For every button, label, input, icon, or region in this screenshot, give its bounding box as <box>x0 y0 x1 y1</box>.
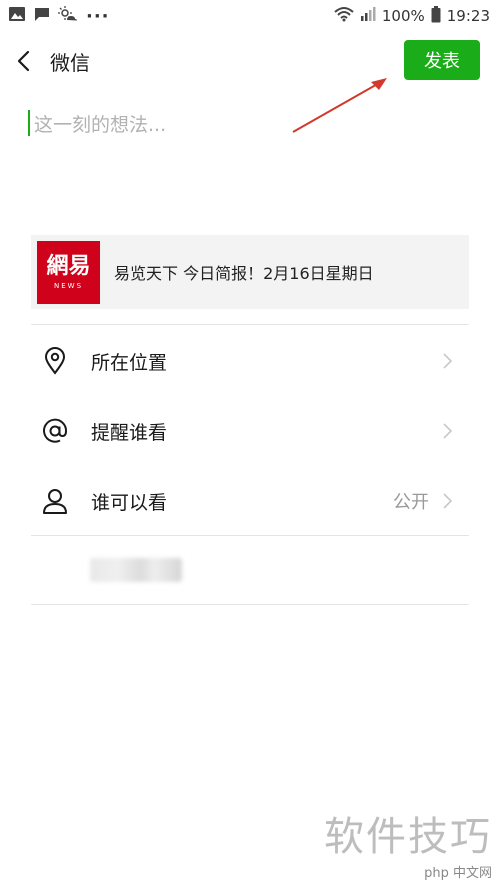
signal-icon <box>360 6 376 26</box>
battery-icon <box>431 5 441 27</box>
weather-icon <box>58 6 78 26</box>
link-title: 易览天下 今日简报！2月16日星期日 <box>114 264 374 283</box>
blurred-content <box>90 558 182 582</box>
thought-input[interactable]: 这一刻的想法... <box>28 108 468 138</box>
divider <box>31 535 469 536</box>
option-label: 谁可以看 <box>91 491 168 514</box>
visibility-value: 公开 <box>393 492 429 513</box>
watermark-main: 软件技巧 <box>324 814 492 860</box>
text-cursor <box>28 110 30 136</box>
logo-subtext: NEWS <box>53 282 84 290</box>
status-left: ··· <box>8 6 110 27</box>
at-sign-icon <box>35 417 75 445</box>
location-pin-icon <box>35 347 75 375</box>
watermark: 软件技巧 php 中文网 <box>324 814 492 881</box>
thought-placeholder: 这一刻的想法... <box>34 113 167 136</box>
status-right: 100% 19:23 <box>334 5 490 27</box>
option-location[interactable]: 所在位置 <box>31 331 469 391</box>
back-arrow-icon[interactable] <box>16 49 36 73</box>
option-label: 提醒谁看 <box>91 421 168 444</box>
person-icon <box>35 487 75 515</box>
netease-news-logo: 網易 NEWS <box>37 240 100 304</box>
wifi-icon <box>334 6 354 26</box>
option-label: 所在位置 <box>91 351 168 374</box>
battery-percent: 100% <box>381 7 425 25</box>
clock: 19:23 <box>446 7 490 25</box>
chevron-right-icon <box>439 423 455 439</box>
publish-button[interactable]: 发表 <box>404 40 480 80</box>
top-bar: 微信 发表 <box>0 36 500 86</box>
status-bar: ··· 100% 19:23 <box>0 0 500 32</box>
chevron-right-icon <box>439 353 455 369</box>
divider <box>31 604 469 605</box>
chevron-right-icon <box>439 493 455 509</box>
shared-link-card[interactable]: 網易 NEWS 易览天下 今日简报！2月16日星期日 <box>31 235 469 309</box>
logo-text: 網易 <box>46 253 91 279</box>
more-notifications-icon: ··· <box>86 5 110 27</box>
option-visibility[interactable]: 谁可以看 公开 <box>31 471 469 531</box>
divider <box>31 324 469 325</box>
watermark-sub: php 中文网 <box>424 866 492 881</box>
page-title: 微信 <box>50 50 90 75</box>
option-remind[interactable]: 提醒谁看 <box>31 401 469 461</box>
message-icon <box>34 6 50 26</box>
gallery-icon <box>8 6 26 26</box>
